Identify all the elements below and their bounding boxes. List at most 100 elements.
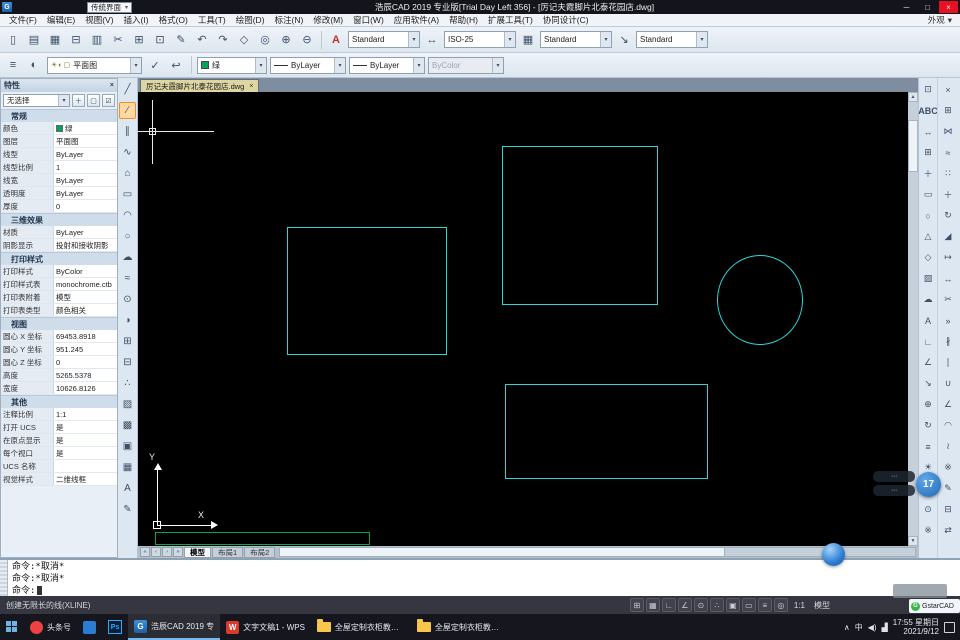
layer-select[interactable]: ☀◐▢ 平面图 ▾ [47,56,142,74]
measure-distance-icon[interactable]: ↔ [920,123,937,140]
last-tab-button[interactable]: » [173,547,183,557]
menu-item[interactable]: 扩展工具(T) [483,14,538,26]
menu-item[interactable]: 文件(F) [4,14,42,26]
grid-toggle-icon[interactable]: ▦ [645,598,660,612]
cut-icon[interactable]: ✂ [108,30,128,49]
eye-icon[interactable]: ⊙ [920,501,937,518]
menu-item[interactable]: 视图(V) [80,14,118,26]
dim-style-select[interactable]: ISO-25 ▾ [444,31,516,48]
pedit-tool-icon[interactable]: ✎ [940,480,957,497]
taskbar-clock[interactable]: 17:55 星期日 2021/9/12 [893,618,939,637]
tab-layout1[interactable]: 布局1 [212,546,244,558]
annotation-scale[interactable]: 1:1 [791,601,808,610]
osnap-toggle-icon[interactable]: ⊙ [693,598,708,612]
ellipse-arc-tool-icon[interactable]: ◑ [119,312,136,329]
command-window[interactable]: 命令:*取消* 命令:*取消* 命令: [0,558,960,596]
trim-tool-icon[interactable]: ✂ [940,291,957,308]
lineweight-toggle-icon[interactable]: ≡ [757,598,772,612]
horizontal-scrollbar[interactable] [279,547,916,557]
layers-icon[interactable]: ≡ [920,438,937,455]
tab-model[interactable]: 模型 [184,546,211,558]
undo-icon[interactable]: ↶ [192,30,212,49]
lengthen-tool-icon[interactable]: ↔ [940,270,957,287]
dim-update-icon[interactable]: ↻ [920,417,937,434]
fillet-tool-icon[interactable]: ◠ [940,417,957,434]
rectangle-entity-2[interactable] [502,146,658,305]
notification-pill[interactable]: ⋯ [873,485,915,496]
next-tab-button[interactable]: › [162,547,172,557]
tab-layout2[interactable]: 布局2 [244,546,276,558]
dyn-toggle-icon[interactable]: ▭ [741,598,756,612]
construction-line-tool-icon[interactable]: ∕ [119,102,136,119]
floating-badge[interactable]: 17 [916,472,941,497]
ortho-toggle-icon[interactable]: ∟ [661,598,676,612]
table-tool-icon[interactable]: ▦ [119,459,136,476]
break-tool-icon[interactable]: ∦ [940,333,957,350]
taskbar-folder-1[interactable]: 全屋定制衣柜教学视频 [311,614,411,640]
mark-center-icon[interactable]: ＋ [920,165,937,182]
center-mark-icon[interactable]: ⊕ [920,396,937,413]
workspace-select[interactable]: 传统界面 ▾ [87,1,133,13]
menu-item[interactable]: 编辑(E) [42,14,80,26]
polar-toggle-icon[interactable]: ∠ [677,598,692,612]
taskbar-app-wps[interactable]: W 文字文稿1 - WPS [220,614,311,640]
redo-icon[interactable]: ↷ [213,30,233,49]
group-tool-icon[interactable]: ⊟ [940,501,957,518]
close-icon[interactable]: × [110,82,114,89]
explode-tool-icon[interactable]: ※ [940,459,957,476]
copy-icon[interactable]: ⊞ [129,30,149,49]
section-header[interactable]: 其他 [1,395,117,408]
taskbar-app-blue[interactable] [77,614,102,640]
extend-tool-icon[interactable]: » [940,312,957,329]
text-icon[interactable]: A [920,312,937,329]
point-tool-icon[interactable]: ∴ [119,375,136,392]
hatch-tool-icon[interactable]: ▨ [119,396,136,413]
zoom-in-icon[interactable]: ⊕ [276,30,296,49]
chamfer-tool-icon[interactable]: ∠ [940,396,957,413]
maximize-button[interactable]: □ [918,1,937,13]
erase-tool-icon[interactable]: × [940,81,957,98]
drawing-canvas[interactable]: Y X [138,92,908,546]
lineweight-select[interactable]: ByLayer ▾ [349,56,425,74]
prev-tab-button[interactable]: ‹ [151,547,161,557]
section-header[interactable]: 常规 [1,109,117,122]
blend-tool-icon[interactable]: ≀ [940,438,957,455]
cloud-icon[interactable]: ☁ [920,291,937,308]
ducs-toggle-icon[interactable]: ▣ [725,598,740,612]
selection-select[interactable]: 无选择 ▾ [3,94,70,107]
new-file-icon[interactable]: ▯ [3,30,23,49]
text-style-icon[interactable]: A [326,30,346,49]
minimize-button[interactable]: ─ [897,1,916,13]
section-header[interactable]: 三维效果 [1,213,117,226]
arc-tool-icon[interactable]: ◠ [119,207,136,224]
menu-item[interactable]: 插入(I) [119,14,154,26]
menu-item[interactable]: 绘图(D) [231,14,270,26]
table-style-icon[interactable]: ▦ [518,30,538,49]
move-tool-icon[interactable]: ＋ [940,186,957,203]
plot-icon[interactable]: ⊟ [66,30,86,49]
scroll-down-icon[interactable]: ▼ [908,536,918,546]
leader-icon[interactable]: ↘ [920,375,937,392]
taskbar-app-toutiao[interactable]: 头条号 [24,614,77,640]
gradient-tool-icon[interactable]: ▩ [119,417,136,434]
menu-item[interactable]: 格式(O) [154,14,193,26]
rotate-tool-icon[interactable]: ↻ [940,207,957,224]
save-icon[interactable]: ▦ [45,30,65,49]
dim-linear-icon[interactable]: ∟ [920,333,937,350]
circle-tool-icon[interactable]: ○ [119,228,136,245]
snap-toggle-icon[interactable]: ⊞ [629,598,644,612]
table-style-select[interactable]: Standard ▾ [540,31,612,48]
triangle-icon[interactable]: △ [920,228,937,245]
insert-block-icon[interactable]: ⊞ [119,333,136,350]
tray-expand-icon[interactable]: ∧ [844,623,850,632]
line-tool-icon[interactable]: ╱ [119,81,136,98]
menu-item[interactable]: 修改(M) [308,14,348,26]
edit-tool-icon[interactable]: ✎ [119,501,136,518]
break-point-tool-icon[interactable]: ∣ [940,354,957,371]
document-tab[interactable]: 厉记夫霞脚片北泰花园店.dwg × [140,79,260,92]
volume-icon[interactable]: ◀) [868,623,877,632]
mleader-style-select[interactable]: Standard ▾ [636,31,708,48]
plot-preview-icon[interactable]: ▥ [87,30,107,49]
menu-item[interactable]: 协同设计(C) [538,14,594,26]
stretch-tool-icon[interactable]: ↦ [940,249,957,266]
